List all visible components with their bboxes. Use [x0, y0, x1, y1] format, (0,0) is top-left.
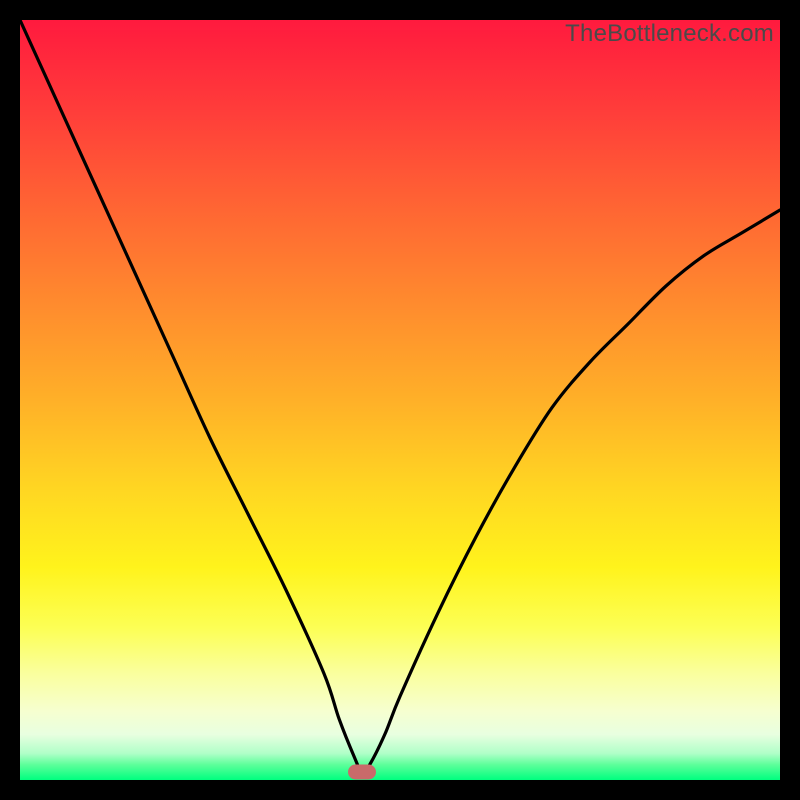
- optimal-point-marker: [348, 765, 376, 780]
- bottleneck-curve: [20, 20, 780, 780]
- plot-frame: TheBottleneck.com: [20, 20, 780, 780]
- curve-path: [20, 20, 780, 773]
